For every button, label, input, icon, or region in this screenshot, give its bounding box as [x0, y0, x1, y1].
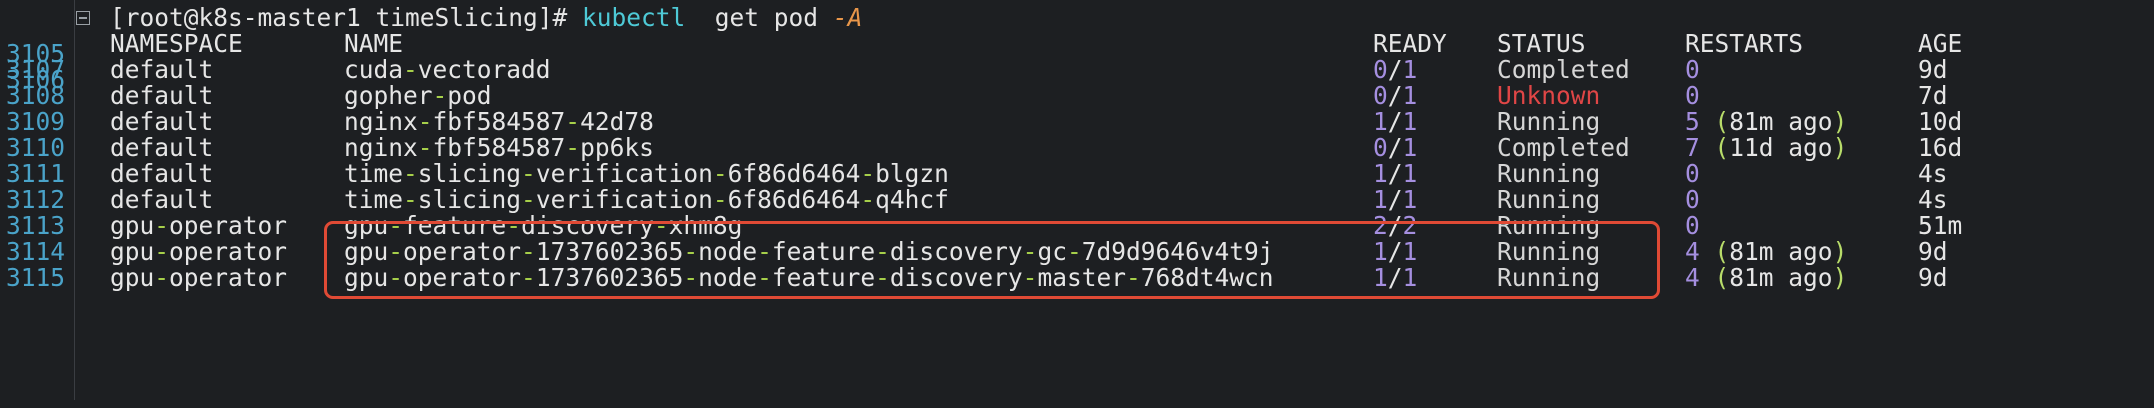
restart-count: 4	[1685, 263, 1700, 292]
dash-separator: -	[875, 263, 890, 292]
name-part: gpu	[344, 263, 389, 292]
pod-ready: 1/1	[1373, 260, 1417, 296]
name-part: node	[698, 263, 758, 292]
bottom-edge	[74, 400, 2154, 408]
pod-name: gpu-operator-1737602365-node-feature-dis…	[344, 260, 1273, 296]
terminal-window[interactable]: 3105 [root@k8s-master1 timeSlicing]# kub…	[0, 0, 2154, 408]
ready-count: 1	[1373, 263, 1388, 292]
namespace-part: gpu	[110, 263, 155, 292]
name-part: operator	[403, 263, 522, 292]
dash-separator: -	[388, 263, 404, 292]
paren-close: )	[1832, 263, 1848, 292]
name-part: master	[1037, 263, 1126, 292]
name-part: 1737602365	[535, 263, 684, 292]
line-number: 3115	[6, 263, 66, 292]
pod-restarts: 4 (81m ago)	[1685, 260, 1847, 296]
name-part: 768dt4wcn	[1140, 263, 1274, 292]
dash-separator: -	[521, 263, 536, 292]
pod-age: 9d	[1918, 263, 1948, 292]
dash-separator: -	[757, 263, 772, 292]
name-part: discovery	[889, 263, 1023, 292]
name-part: feature	[771, 263, 876, 292]
fold-collapse-icon[interactable]	[76, 11, 90, 25]
pod-namespace: gpu-operator	[110, 260, 287, 296]
ready-slash: /	[1387, 263, 1403, 292]
namespace-part: operator	[169, 263, 288, 292]
ready-total: 1	[1402, 263, 1418, 292]
paren-open: (	[1714, 263, 1730, 292]
dash-separator: -	[1125, 263, 1141, 292]
dash-separator: -	[1022, 263, 1038, 292]
dash-separator: -	[683, 263, 699, 292]
dash-separator: -	[154, 263, 170, 292]
restart-ago: 81m ago	[1729, 263, 1833, 292]
table-row: 3115 gpu-operator gpu-operator-1737602365-…	[0, 260, 2154, 296]
pod-status: Running	[1497, 263, 1601, 292]
